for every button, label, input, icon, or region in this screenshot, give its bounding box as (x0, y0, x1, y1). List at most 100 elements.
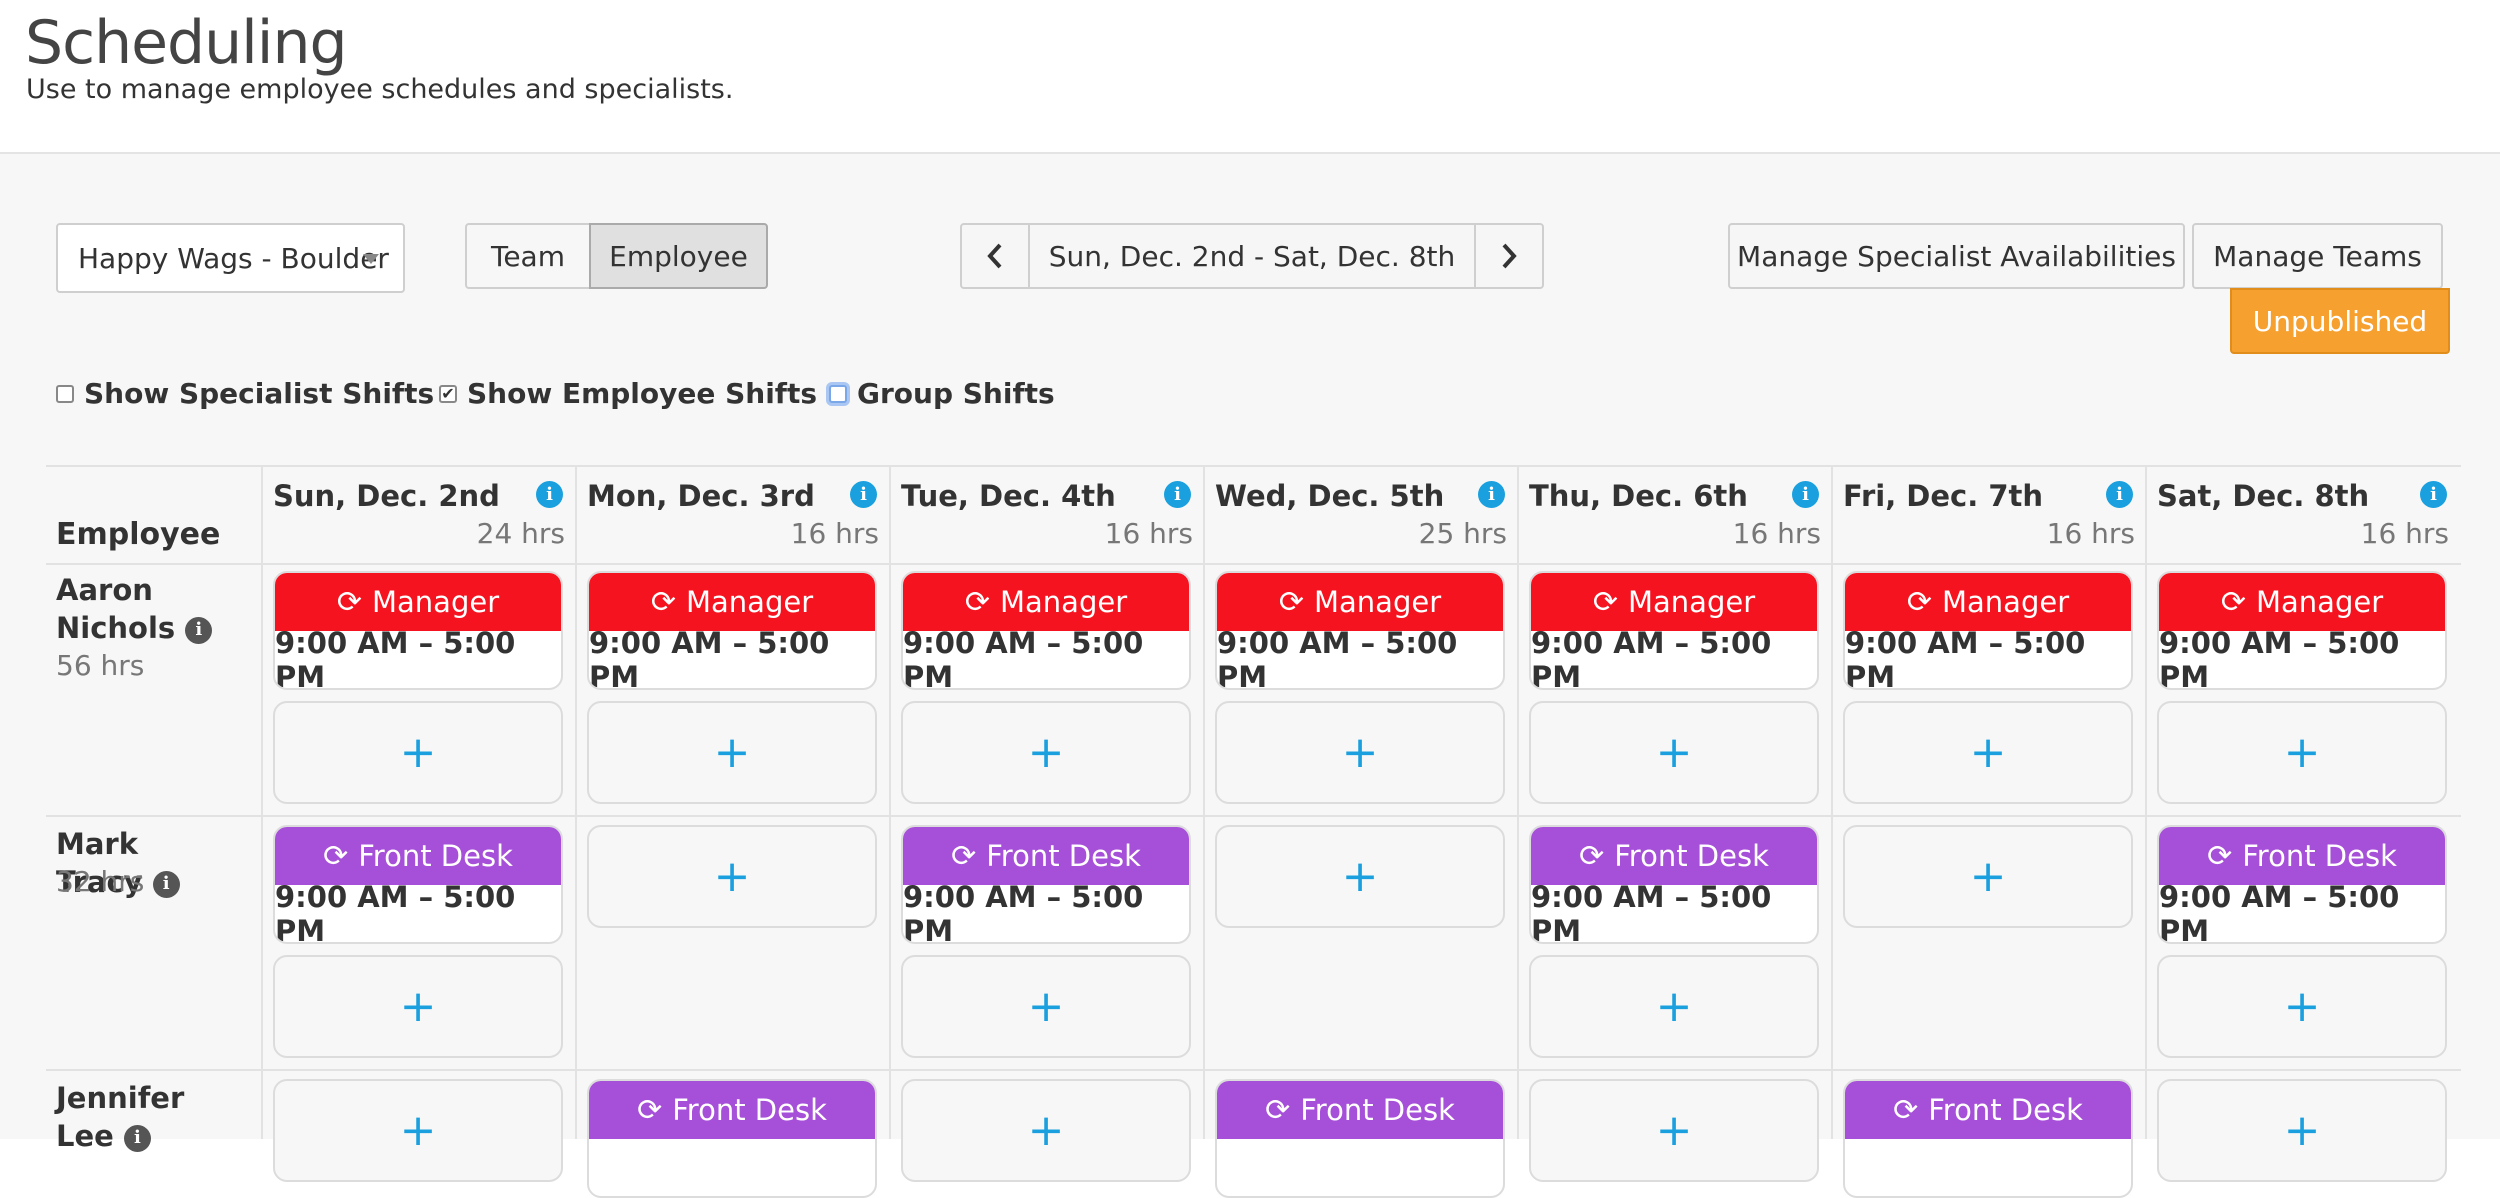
refresh-icon: ⟳ (1579, 838, 1605, 874)
refresh-icon: ⟳ (1592, 584, 1618, 620)
add-shift-button[interactable]: + (1529, 701, 1819, 804)
employee-hours: 56 hrs (56, 649, 145, 682)
info-icon[interactable]: i (1478, 481, 1505, 508)
info-icon[interactable]: i (2106, 481, 2133, 508)
shift-role-band: ⟳ Front Desk (1217, 1081, 1503, 1139)
add-shift-button[interactable]: + (2157, 701, 2447, 804)
show-employee-shifts-checkbox[interactable]: ✔ Show Employee Shifts (439, 377, 817, 410)
shift-time: 9:00 AM – 5:00 PM (2159, 879, 2400, 944)
shift-card[interactable]: ⟳ Manager 9:00 AM – 5:00 PM (1843, 571, 2133, 690)
column-divider (1517, 1069, 1519, 1139)
column-divider (261, 561, 263, 815)
day-hours: 24 hrs (476, 517, 565, 550)
shift-time (1845, 1139, 2131, 1196)
group-shifts-checkbox[interactable]: Group Shifts (829, 377, 1055, 410)
day-hours: 16 hrs (2046, 517, 2135, 550)
publish-status-label: Unpublished (2252, 304, 2428, 338)
info-icon[interactable]: i (1792, 481, 1819, 508)
checkbox-box[interactable] (56, 384, 74, 403)
info-icon[interactable]: i (2420, 481, 2447, 508)
shift-card[interactable]: ⟳ Front Desk 9:00 AM – 5:00 PM (273, 825, 563, 944)
shift-role-band: ⟳ Manager (589, 573, 875, 631)
add-shift-button[interactable]: + (1215, 825, 1505, 928)
shift-role-band: ⟳ Manager (275, 573, 561, 631)
shift-card[interactable]: ⟳ Front Desk 9:00 AM – 5:00 PM (901, 825, 1191, 944)
location-select[interactable]: Happy Wags - Boulder (56, 223, 405, 293)
view-team-label: Team (490, 239, 565, 273)
shift-card[interactable]: ⟳ Manager 9:00 AM – 5:00 PM (587, 571, 877, 690)
refresh-icon: ⟳ (323, 838, 349, 874)
employee-name[interactable]: Jennifer Lee i (56, 1079, 226, 1155)
shift-card[interactable]: ⟳ Manager 9:00 AM – 5:00 PM (2157, 571, 2447, 690)
manage-teams-button[interactable]: Manage Teams (2192, 223, 2443, 289)
add-shift-button[interactable]: + (1843, 701, 2133, 804)
employee-column-header: Employee (56, 517, 221, 552)
info-icon[interactable]: i (850, 481, 877, 508)
prev-week-button[interactable] (960, 223, 1030, 289)
add-shift-button[interactable]: + (2157, 955, 2447, 1058)
day-hours: 16 hrs (2360, 517, 2449, 550)
employee-name[interactable]: Aaron Nichols i (56, 571, 226, 647)
day-column-header: Sat, Dec. 8th 16 hrs i (2145, 467, 2459, 563)
add-shift-button[interactable]: + (901, 955, 1191, 1058)
add-shift-button[interactable]: + (1843, 825, 2133, 928)
add-shift-button[interactable]: + (587, 701, 877, 804)
info-icon[interactable]: i (1164, 481, 1191, 508)
employee-row: Aaron Nichols i 56 hrs ⟳ Manager 9:00 AM – 5… (46, 561, 2461, 817)
checkbox-box[interactable] (829, 384, 847, 403)
day-hours: 16 hrs (790, 517, 879, 550)
shift-card[interactable]: ⟳ Manager 9:00 AM – 5:00 PM (273, 571, 563, 690)
shift-role: Front Desk (358, 839, 513, 873)
add-shift-button[interactable]: + (1529, 955, 1819, 1058)
view-employee-label: Employee (609, 239, 748, 273)
shift-role: Front Desk (1614, 839, 1769, 873)
add-shift-button[interactable]: + (273, 955, 563, 1058)
add-shift-button[interactable]: + (273, 1079, 563, 1182)
day-hours: 16 hrs (1732, 517, 1821, 550)
page-title: Scheduling (25, 8, 348, 78)
shift-card[interactable]: ⟳ Manager 9:00 AM – 5:00 PM (1215, 571, 1505, 690)
schedule-header-row: Employee Sun, Dec. 2nd 24 hrs i Mon, Dec. 3… (46, 465, 2461, 565)
column-divider (1203, 561, 1205, 815)
date-range-button[interactable]: Sun, Dec. 2nd - Sat, Dec. 8th (1028, 223, 1476, 289)
shift-role: Manager (1314, 585, 1442, 619)
shift-card[interactable]: ⟳ Manager 9:00 AM – 5:00 PM (1529, 571, 1819, 690)
show-specialist-shifts-checkbox[interactable]: Show Specialist Shifts (56, 377, 434, 410)
manage-specialist-button[interactable]: Manage Specialist Availabilities (1728, 223, 2185, 289)
refresh-icon: ⟳ (650, 584, 676, 620)
checkbox-label: Group Shifts (857, 377, 1055, 410)
info-icon[interactable]: i (152, 870, 180, 898)
add-shift-button[interactable]: + (2157, 1079, 2447, 1182)
refresh-icon: ⟳ (336, 584, 362, 620)
add-shift-button[interactable]: + (1215, 701, 1505, 804)
shift-card[interactable]: ⟳ Front Desk 9:00 AM – 5:00 PM (1529, 825, 1819, 944)
next-week-button[interactable] (1474, 223, 1544, 289)
column-divider (889, 815, 891, 1069)
view-team-button[interactable]: Team (465, 223, 591, 289)
view-employee-button[interactable]: Employee (589, 223, 768, 289)
column-divider (1831, 561, 1833, 815)
shift-card[interactable]: ⟳ Front Desk 9:00 AM – 5:00 PM (2157, 825, 2447, 944)
column-divider (1517, 561, 1519, 815)
column-divider (1517, 815, 1519, 1069)
add-shift-button[interactable]: + (1529, 1079, 1819, 1182)
employee-hours: 32 hrs (56, 865, 145, 898)
checkbox-box[interactable]: ✔ (439, 384, 457, 403)
publish-status-button[interactable]: Unpublished (2230, 288, 2450, 354)
refresh-icon: ⟳ (951, 838, 977, 874)
shift-role: Manager (1942, 585, 2070, 619)
manage-teams-label: Manage Teams (2213, 239, 2422, 273)
add-shift-button[interactable]: + (901, 1079, 1191, 1182)
add-shift-button[interactable]: + (273, 701, 563, 804)
day-column-header: Wed, Dec. 5th 25 hrs i (1203, 467, 1517, 563)
column-divider (2145, 815, 2147, 1069)
info-icon[interactable]: i (123, 1124, 151, 1152)
refresh-icon: ⟳ (1265, 1092, 1291, 1128)
add-shift-button[interactable]: + (901, 701, 1191, 804)
add-shift-button[interactable]: + (587, 825, 877, 928)
info-icon[interactable]: i (185, 616, 213, 644)
info-icon[interactable]: i (536, 481, 563, 508)
shift-card[interactable]: ⟳ Manager 9:00 AM – 5:00 PM (901, 571, 1191, 690)
day-label: Sun, Dec. 2nd (273, 479, 500, 513)
shift-role-band: ⟳ Front Desk (2159, 827, 2445, 885)
